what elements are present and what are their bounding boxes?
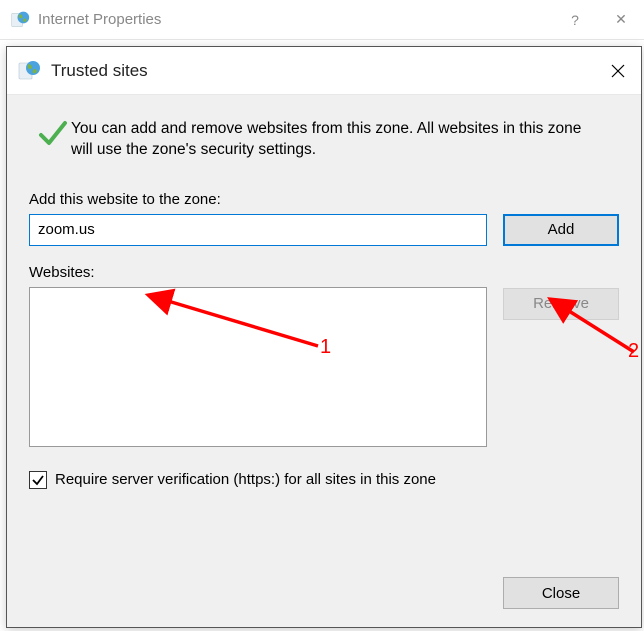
- help-button[interactable]: ?: [552, 0, 598, 39]
- close-button[interactable]: Close: [503, 577, 619, 609]
- dialog-titlebar: Trusted sites: [7, 47, 641, 95]
- dialog-body: You can add and remove websites from thi…: [7, 95, 641, 627]
- websites-label: Websites:: [29, 264, 487, 281]
- trusted-sites-icon: [17, 59, 41, 83]
- add-website-label: Add this website to the zone:: [29, 191, 619, 208]
- dialog-title: Trusted sites: [51, 61, 148, 81]
- add-button[interactable]: Add: [503, 214, 619, 246]
- close-icon: [611, 64, 625, 78]
- website-url-input[interactable]: [29, 214, 487, 246]
- require-https-checkbox[interactable]: [29, 471, 47, 489]
- trusted-sites-dialog: Trusted sites You can add and remove web…: [6, 46, 642, 628]
- checkmark-icon: [31, 473, 45, 487]
- zone-description-text: You can add and remove websites from thi…: [71, 117, 619, 161]
- parent-window-titlebar: Internet Properties ? ✕: [0, 0, 644, 40]
- websites-listbox[interactable]: [29, 287, 487, 447]
- parent-window-title: Internet Properties: [38, 11, 161, 28]
- internet-properties-icon: [10, 10, 30, 30]
- checkmark-icon: [29, 117, 71, 158]
- require-https-label: Require server verification (https:) for…: [55, 471, 436, 488]
- parent-close-button[interactable]: ✕: [598, 0, 644, 39]
- dialog-close-button[interactable]: [603, 56, 633, 86]
- remove-button: Remove: [503, 288, 619, 320]
